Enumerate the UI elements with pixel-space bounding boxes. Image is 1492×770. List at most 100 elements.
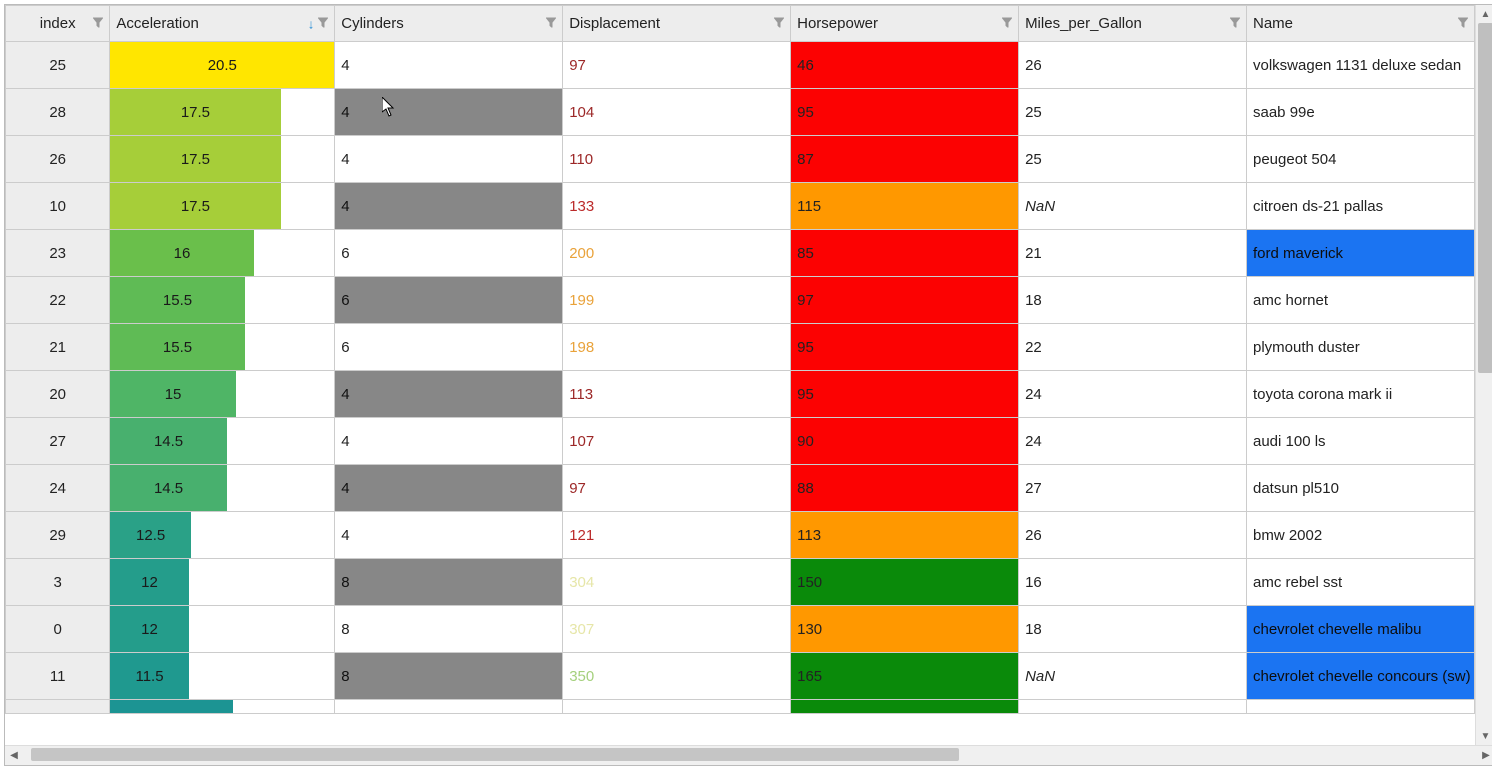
cell-mpg[interactable]: 24: [1019, 371, 1247, 418]
cell-horsepower[interactable]: 95: [791, 371, 1019, 418]
scroll-down-icon[interactable]: ▼: [1476, 727, 1492, 745]
cell-horsepower[interactable]: 95: [791, 89, 1019, 136]
cell-index[interactable]: 25: [6, 42, 110, 89]
header-mpg[interactable]: Miles_per_Gallon: [1019, 6, 1247, 42]
table-row[interactable]: 2520.54974626volkswagen 1131 deluxe seda…: [6, 42, 1475, 89]
cell-mpg[interactable]: 25: [1019, 89, 1247, 136]
cell-cylinders[interactable]: 8: [335, 559, 563, 606]
cell-mpg[interactable]: 27: [1019, 465, 1247, 512]
header-displacement[interactable]: Displacement: [563, 6, 791, 42]
cell-cylinders[interactable]: 8: [335, 653, 563, 700]
filter-icon[interactable]: [1230, 17, 1240, 30]
cell-mpg[interactable]: 18: [1019, 606, 1247, 653]
cell-displacement[interactable]: 113: [563, 371, 791, 418]
cell-index[interactable]: 26: [6, 136, 110, 183]
cell-index[interactable]: 28: [6, 89, 110, 136]
cell-name[interactable]: peugeot 504: [1247, 136, 1475, 183]
scroll-track[interactable]: [1476, 23, 1492, 727]
cell-name[interactable]: ford maverick: [1247, 230, 1475, 277]
table-row[interactable]: 012830713018chevrolet chevelle malibu: [6, 606, 1475, 653]
cell-name[interactable]: citroen ds-21 pallas: [1247, 183, 1475, 230]
cell-acceleration[interactable]: 20.5: [110, 42, 335, 89]
cell-acceleration[interactable]: 16: [110, 230, 335, 277]
cell-displacement[interactable]: 199: [563, 277, 791, 324]
cell-acceleration[interactable]: 11.5: [110, 653, 335, 700]
cell-cylinders[interactable]: 4: [335, 89, 563, 136]
cell-mpg[interactable]: 21: [1019, 230, 1247, 277]
cell-displacement[interactable]: 350: [563, 653, 791, 700]
cell-acceleration[interactable]: 15: [110, 371, 335, 418]
cell-horsepower[interactable]: 97: [791, 277, 1019, 324]
cell-displacement[interactable]: 97: [563, 465, 791, 512]
filter-icon[interactable]: [774, 17, 784, 30]
cell-cylinders[interactable]: 4: [335, 136, 563, 183]
table-row[interactable]: 231662008521ford maverick: [6, 230, 1475, 277]
cell-cylinders[interactable]: 4: [335, 418, 563, 465]
cell-name[interactable]: amc hornet: [1247, 277, 1475, 324]
cell-cylinders[interactable]: 4: [335, 465, 563, 512]
cell-cylinders[interactable]: 6: [335, 324, 563, 371]
cell-horsepower[interactable]: 87: [791, 136, 1019, 183]
header-name[interactable]: Name: [1247, 6, 1475, 42]
cell-acceleration[interactable]: 14.5: [110, 418, 335, 465]
cell-displacement[interactable]: 107: [563, 418, 791, 465]
cell-displacement[interactable]: 200: [563, 230, 791, 277]
cell-cylinders[interactable]: 6: [335, 277, 563, 324]
cell-displacement[interactable]: 110: [563, 136, 791, 183]
cell-acceleration[interactable]: 12: [110, 559, 335, 606]
cell-name[interactable]: plymouth duster: [1247, 324, 1475, 371]
cell-horsepower[interactable]: 85: [791, 230, 1019, 277]
header-cylinders[interactable]: Cylinders: [335, 6, 563, 42]
cell-horsepower[interactable]: 113: [791, 512, 1019, 559]
cell-acceleration[interactable]: 12.5: [110, 512, 335, 559]
header-horsepower[interactable]: Horsepower: [791, 6, 1019, 42]
cell-displacement[interactable]: 104: [563, 89, 791, 136]
cell-name[interactable]: audi 100 ls: [1247, 418, 1475, 465]
table-row[interactable]: 2115.561989522plymouth duster: [6, 324, 1475, 371]
scroll-right-icon[interactable]: ▶: [1477, 746, 1492, 765]
cell-acceleration[interactable]: 12: [110, 606, 335, 653]
cell-index[interactable]: 29: [6, 512, 110, 559]
cell-index[interactable]: 11: [6, 653, 110, 700]
sort-desc-icon[interactable]: ↓: [308, 16, 315, 31]
cell-index[interactable]: 0: [6, 606, 110, 653]
cell-displacement[interactable]: 198: [563, 324, 791, 371]
scroll-left-icon[interactable]: ◀: [5, 746, 23, 765]
cell-horsepower[interactable]: 95: [791, 324, 1019, 371]
header-acceleration[interactable]: Acceleration ↓: [110, 6, 335, 42]
cell-horsepower[interactable]: 115: [791, 183, 1019, 230]
data-grid[interactable]: index Acceleration ↓ Cylinders: [5, 5, 1475, 745]
table-row[interactable]: 2714.541079024audi 100 ls: [6, 418, 1475, 465]
cell-mpg[interactable]: NaN: [1019, 183, 1247, 230]
filter-icon[interactable]: [318, 17, 328, 30]
cell-cylinders[interactable]: 4: [335, 42, 563, 89]
scroll-up-icon[interactable]: ▲: [1476, 5, 1492, 23]
cell-index[interactable]: 10: [6, 183, 110, 230]
cell-acceleration[interactable]: 17.5: [110, 89, 335, 136]
cell-index[interactable]: 3: [6, 559, 110, 606]
cell-index[interactable]: 27: [6, 418, 110, 465]
vertical-scrollbar[interactable]: ▲ ▼: [1475, 5, 1492, 745]
cell-displacement[interactable]: 133: [563, 183, 791, 230]
cell-name[interactable]: chevrolet chevelle malibu: [1247, 606, 1475, 653]
table-row[interactable]: 2414.54978827datsun pl510: [6, 465, 1475, 512]
cell-cylinders[interactable]: 8: [335, 606, 563, 653]
cell-cylinders[interactable]: 4: [335, 183, 563, 230]
cell-horsepower[interactable]: 90: [791, 418, 1019, 465]
cell-index[interactable]: 22: [6, 277, 110, 324]
header-index[interactable]: index: [6, 6, 110, 42]
filter-icon[interactable]: [1458, 17, 1468, 30]
cell-horsepower[interactable]: 88: [791, 465, 1019, 512]
cell-mpg[interactable]: NaN: [1019, 653, 1247, 700]
cell-mpg[interactable]: 18: [1019, 277, 1247, 324]
cell-cylinders[interactable]: 4: [335, 371, 563, 418]
cell-acceleration[interactable]: 15.5: [110, 324, 335, 371]
cell-name[interactable]: bmw 2002: [1247, 512, 1475, 559]
cell-name[interactable]: chevrolet chevelle concours (sw): [1247, 653, 1475, 700]
cell-index[interactable]: 23: [6, 230, 110, 277]
cell-mpg[interactable]: 26: [1019, 42, 1247, 89]
table-row[interactable]: 2215.561999718amc hornet: [6, 277, 1475, 324]
cell-acceleration[interactable]: 14.5: [110, 465, 335, 512]
cell-mpg[interactable]: 26: [1019, 512, 1247, 559]
cell-name[interactable]: volkswagen 1131 deluxe sedan: [1247, 42, 1475, 89]
